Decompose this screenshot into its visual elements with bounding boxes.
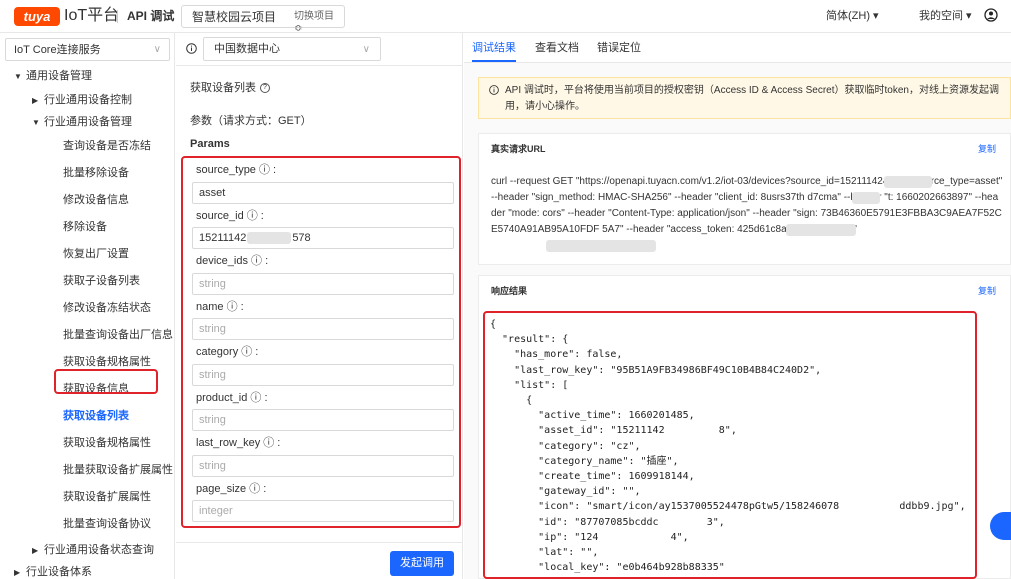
tree-leaf[interactable]: 获取设备规格属性 (63, 436, 151, 450)
tree-group-label: 行业设备体系 (26, 566, 92, 578)
redacted-mask (247, 232, 292, 245)
api-tree-sidebar: IoT Core连接服务 ∨ ▼ 通用设备管理 ▶ 行业通用设备控制 ▼ 行业通用设备… (0, 33, 175, 579)
source-id-suffix: 578 (292, 232, 311, 244)
tree-group-status-query[interactable]: ▶ 行业通用设备状态查询 (32, 543, 154, 558)
tree-group-general-device[interactable]: ▼ 通用设备管理 (14, 69, 92, 84)
redacted-mask (786, 224, 856, 236)
source-id-prefix: 15211142 (199, 232, 247, 244)
info-icon (489, 85, 499, 95)
chevron-down-icon: ∨ (362, 44, 370, 55)
user-circle-icon[interactable] (984, 8, 998, 22)
region-select[interactable]: 中国数据中心 ∨ (203, 37, 381, 61)
help-icon[interactable]: ? (260, 83, 270, 94)
param-label: category ⓘ : (196, 346, 259, 358)
invoke-button[interactable]: 发起调用 (390, 551, 454, 576)
redacted-mask (884, 176, 932, 188)
region-row: 中国数据中心 ∨ (176, 33, 463, 66)
api-title-text: 获取设备列表 (190, 82, 256, 94)
divider (117, 10, 118, 23)
param-input-source-id[interactable]: 15211142 578 (192, 227, 454, 249)
language-selector[interactable]: 简体(ZH) ▾ (826, 10, 879, 23)
tree-group-label: 通用设备管理 (26, 70, 92, 82)
caret-right-icon: ▶ (32, 96, 39, 105)
param-input-page-size[interactable]: integer (192, 500, 454, 522)
tree-group-label: 行业通用设备状态查询 (44, 544, 154, 556)
request-method: 参数（请求方式：GET） (190, 115, 312, 127)
chevron-down-icon: ∨ (153, 44, 161, 55)
tree-leaf[interactable]: 获取设备规格属性 (63, 355, 151, 369)
result-tabs: 调试结果 查看文档 错误定位 (464, 33, 1011, 63)
top-bar: tuya IoT平台 API 调试 智慧校园云项目 切换项目 ≎ 简体(ZH) … (0, 0, 1011, 34)
param-label: name ⓘ : (196, 301, 244, 313)
project-name: 智慧校园云项目 (192, 10, 277, 24)
tab-error-locate[interactable]: 错误定位 (597, 41, 641, 55)
caret-right-icon: ▶ (32, 546, 39, 555)
warning-alert: API 调试时，平台将使用当前项目的授权密钥（Access ID & Acces… (478, 77, 1011, 119)
project-selector[interactable]: 智慧校园云项目 切换项目 ≎ (181, 5, 345, 34)
caret-down-icon: ▼ (32, 118, 40, 127)
api-title: 获取设备列表? (190, 81, 270, 95)
param-input-category[interactable]: string (192, 364, 454, 386)
params-heading: Params (190, 138, 230, 150)
tree-leaf[interactable]: 移除设备 (63, 220, 107, 234)
response-title: 响应结果 (491, 286, 528, 296)
result-panel: 调试结果 查看文档 错误定位 API 调试时，平台将使用当前项目的授权密钥（Ac… (464, 33, 1011, 579)
tree-leaf-active-device-list[interactable]: 获取设备列表 (63, 409, 129, 423)
tree-leaf[interactable]: 获取设备扩展属性 (63, 490, 151, 504)
copy-response-button[interactable]: 复制 (978, 286, 996, 297)
tree-group-industry-manage[interactable]: ▼ 行业通用设备管理 (32, 115, 132, 130)
param-input-device-ids[interactable]: string (192, 273, 454, 295)
tree-leaf[interactable]: 修改设备信息 (63, 193, 129, 207)
param-label: product_id ⓘ : (196, 392, 268, 404)
caret-down-icon: ▼ (14, 72, 22, 81)
copy-url-button[interactable]: 复制 (978, 144, 996, 155)
tree-leaf[interactable]: 批量获取设备扩展属性 (63, 463, 173, 477)
request-panel: 中国数据中心 ∨ 获取设备列表? 参数（请求方式：GET） Params sou… (176, 33, 463, 579)
region-select-value: 中国数据中心 (214, 43, 280, 55)
param-label: device_ids ⓘ : (196, 255, 269, 267)
response-annotation-box (483, 311, 977, 579)
tree-group-industry-system[interactable]: ▶ 行业设备体系 (14, 565, 92, 579)
tree-leaf[interactable]: 批量查询设备协议 (63, 517, 151, 531)
tab-view-docs[interactable]: 查看文档 (535, 41, 579, 55)
param-input-last-row-key[interactable]: string (192, 455, 454, 477)
tree-leaf[interactable]: 修改设备冻结状态 (63, 301, 151, 315)
info-icon (186, 43, 197, 54)
tab-debug-result[interactable]: 调试结果 (472, 41, 516, 55)
tree-leaf[interactable]: 获取子设备列表 (63, 274, 140, 288)
tree-leaf[interactable]: 查询设备是否冻结 (63, 139, 151, 153)
service-select-value: IoT Core连接服务 (14, 44, 101, 56)
highlight-annotation-box (54, 369, 158, 394)
param-label: last_row_key ⓘ : (196, 437, 281, 449)
active-tab-indicator (472, 60, 516, 62)
service-select[interactable]: IoT Core连接服务 ∨ (5, 38, 170, 61)
tree-leaf[interactable]: 批量移除设备 (63, 166, 129, 180)
param-input-name[interactable]: string (192, 318, 454, 340)
param-label: source_id ⓘ : (196, 210, 264, 222)
param-input-source-type[interactable]: asset (192, 182, 454, 204)
param-label: page_size ⓘ : (196, 483, 267, 495)
tree-group-label: 行业通用设备管理 (44, 116, 132, 128)
caret-right-icon: ▶ (14, 568, 21, 577)
tree-group-label: 行业通用设备控制 (44, 94, 132, 106)
param-label: source_type ⓘ : (196, 164, 277, 176)
tree-leaf[interactable]: 恢复出厂设置 (63, 247, 129, 261)
api-debug-title: API 调试 (127, 9, 175, 23)
divider (176, 542, 463, 543)
request-url-title: 真实请求URL (491, 144, 546, 154)
platform-title: IoT平台 (64, 7, 120, 24)
floating-help-button[interactable] (990, 512, 1011, 540)
tuya-logo[interactable]: tuya (14, 7, 60, 26)
my-space-menu[interactable]: 我的空间 ▾ (919, 10, 972, 23)
redacted-mask (852, 192, 880, 204)
switch-project-button[interactable]: 切换项目 ≎ (294, 11, 344, 35)
tree-group-industry-control[interactable]: ▶ 行业通用设备控制 (32, 93, 132, 108)
alert-text: API 调试时，平台将使用当前项目的授权密钥（Access ID & Acces… (505, 85, 999, 112)
tree-leaf[interactable]: 批量查询设备出厂信息 (63, 328, 173, 342)
redacted-mask (546, 240, 656, 252)
param-input-product-id[interactable]: string (192, 409, 454, 431)
